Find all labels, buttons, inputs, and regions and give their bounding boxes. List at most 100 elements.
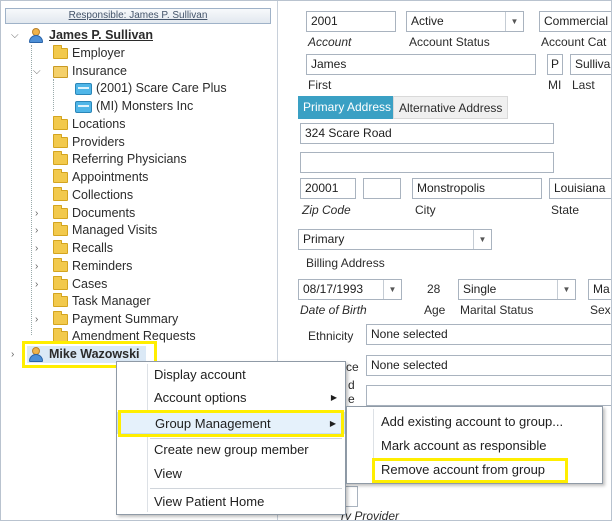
- tree-item-cases[interactable]: Cases: [53, 276, 107, 293]
- tree-item-label: Collections: [72, 188, 134, 202]
- sex-select[interactable]: Ma: [588, 279, 611, 300]
- insurance-card-icon: [75, 82, 92, 95]
- address-line-2-field[interactable]: [300, 152, 554, 173]
- expand-chevron-icon[interactable]: ›: [35, 311, 38, 328]
- folder-icon: [53, 276, 68, 290]
- city-field[interactable]: Monstropolis: [412, 178, 542, 199]
- language-select[interactable]: [366, 385, 611, 406]
- tree-item-label: Locations: [72, 117, 126, 131]
- expand-chevron-icon[interactable]: ›: [35, 240, 38, 257]
- chevron-down-icon[interactable]: ▼: [557, 280, 575, 299]
- tree-item-providers[interactable]: Providers: [53, 134, 125, 151]
- collapse-chevron-icon[interactable]: ⌵: [11, 27, 19, 44]
- ethnicity-select[interactable]: None selected: [366, 324, 611, 345]
- menu-item-label: Account options: [154, 390, 247, 405]
- menu-item-label: View: [154, 466, 182, 481]
- menu-item-add-existing-account[interactable]: Add existing account to group...: [347, 411, 602, 433]
- race-select[interactable]: None selected: [366, 355, 611, 376]
- tree-item-appointments[interactable]: Appointments: [53, 169, 148, 186]
- tree-item-collections[interactable]: Collections: [53, 187, 133, 204]
- folder-icon: [53, 45, 68, 59]
- date-of-birth-label: Date of Birth: [300, 303, 367, 317]
- ethnicity-label: Ethnicity: [308, 329, 354, 343]
- tree-item-label: Reminders: [72, 259, 133, 273]
- tree-item-insurance[interactable]: Insurance: [53, 63, 127, 80]
- tree-item-reminders[interactable]: Reminders: [53, 258, 132, 275]
- zip-extension-field[interactable]: [363, 178, 401, 199]
- menu-separator: [150, 488, 342, 489]
- race-label: ce: [346, 360, 359, 374]
- tree-item-label: Insurance: [72, 64, 127, 78]
- menu-item-create-group-member[interactable]: Create new group member: [117, 439, 345, 461]
- chevron-down-icon[interactable]: ▼: [505, 12, 523, 31]
- menu-item-view[interactable]: View: [117, 463, 345, 485]
- tab-primary-address[interactable]: Primary Address: [298, 96, 397, 119]
- first-name-field[interactable]: James: [306, 54, 536, 75]
- account-category-label: Account Cat: [541, 35, 607, 49]
- marital-status-label: Marital Status: [460, 303, 534, 317]
- tree-item-documents[interactable]: Documents: [53, 205, 135, 222]
- expand-chevron-icon[interactable]: ›: [35, 222, 38, 239]
- folder-icon: [53, 293, 68, 307]
- tree-item-label: Employer: [72, 46, 125, 60]
- menu-item-account-options[interactable]: Account options ▶: [117, 387, 345, 409]
- menu-item-label: Mark account as responsible: [381, 438, 547, 453]
- middle-initial-label: MI: [548, 78, 562, 92]
- tree-item-locations[interactable]: Locations: [53, 116, 126, 133]
- age-value: 28: [427, 282, 441, 296]
- tree-item-label: Appointments: [72, 170, 149, 184]
- responsible-party-bar[interactable]: Responsible: James P. Sullivan: [5, 8, 271, 24]
- account-status-label: Account Status: [409, 35, 490, 49]
- date-of-birth-field[interactable]: 08/17/1993 ▼: [298, 279, 402, 300]
- language-label-part: e: [348, 392, 355, 406]
- folder-icon: [53, 258, 68, 272]
- collapse-chevron-icon[interactable]: ⌵: [33, 63, 41, 80]
- account-name: James P. Sullivan: [49, 28, 153, 42]
- billing-address-label: Billing Address: [306, 256, 385, 270]
- zip-code-field[interactable]: 20001: [300, 178, 356, 199]
- folder-icon: [53, 311, 68, 325]
- address-line-1-field[interactable]: 324 Scare Road: [300, 123, 554, 144]
- expand-chevron-icon[interactable]: ›: [11, 346, 14, 363]
- tree-item-referring-physicians[interactable]: Referring Physicians: [53, 151, 187, 168]
- account-person-icon: [27, 28, 45, 43]
- menu-item-view-patient-home[interactable]: View Patient Home: [117, 491, 345, 513]
- chevron-down-icon[interactable]: ▼: [383, 280, 401, 299]
- tree-account-root[interactable]: James P. Sullivan: [27, 27, 153, 44]
- tree-item-insurance-monsters-inc[interactable]: (MI) Monsters Inc: [75, 98, 193, 115]
- last-name-field[interactable]: Sullivan: [570, 54, 611, 75]
- account-category-select[interactable]: Commercial I: [539, 11, 611, 32]
- first-name-label: First: [308, 78, 332, 92]
- tree-item-label: Cases: [72, 277, 108, 291]
- state-field[interactable]: Louisiana: [549, 178, 611, 199]
- address-type-select[interactable]: Primary ▼: [298, 229, 492, 250]
- account-status-select[interactable]: Active ▼: [406, 11, 524, 32]
- middle-initial-field[interactable]: P: [547, 54, 563, 75]
- menu-item-display-account[interactable]: Display account: [117, 364, 345, 386]
- tree-item-payment-summary[interactable]: Payment Summary: [53, 311, 178, 328]
- zip-code-label: Zip Code: [302, 203, 351, 217]
- menu-item-mark-responsible[interactable]: Mark account as responsible: [347, 435, 602, 457]
- expand-chevron-icon[interactable]: ›: [35, 258, 38, 275]
- sex-label: Sex: [590, 303, 611, 317]
- tree-item-recalls[interactable]: Recalls: [53, 240, 113, 257]
- tab-alternative-address[interactable]: Alternative Address: [393, 96, 509, 119]
- expand-chevron-icon[interactable]: ›: [35, 205, 38, 222]
- application-window: Responsible: James P. Sullivan ⌵ James P…: [0, 0, 612, 521]
- tree-item-task-manager[interactable]: Task Manager: [53, 293, 151, 310]
- insurance-card-icon: [75, 100, 92, 113]
- tree-item-label: (MI) Monsters Inc: [96, 99, 194, 113]
- highlight-box: [372, 458, 568, 483]
- tree-item-employer[interactable]: Employer: [53, 45, 125, 62]
- tree-item-insurance-scare-care[interactable]: (2001) Scare Care Plus: [75, 80, 227, 97]
- tree-item-managed-visits[interactable]: Managed Visits: [53, 222, 157, 239]
- language-label-part: d: [348, 378, 355, 392]
- expand-chevron-icon[interactable]: ›: [35, 276, 38, 293]
- chevron-down-icon[interactable]: ▼: [473, 230, 491, 249]
- folder-icon: [53, 187, 68, 201]
- tree-item-label: Payment Summary: [72, 312, 179, 326]
- marital-status-select[interactable]: Single ▼: [458, 279, 576, 300]
- account-number-field[interactable]: 2001: [306, 11, 396, 32]
- menu-item-label: Add existing account to group...: [381, 414, 564, 429]
- folder-icon: [53, 205, 68, 219]
